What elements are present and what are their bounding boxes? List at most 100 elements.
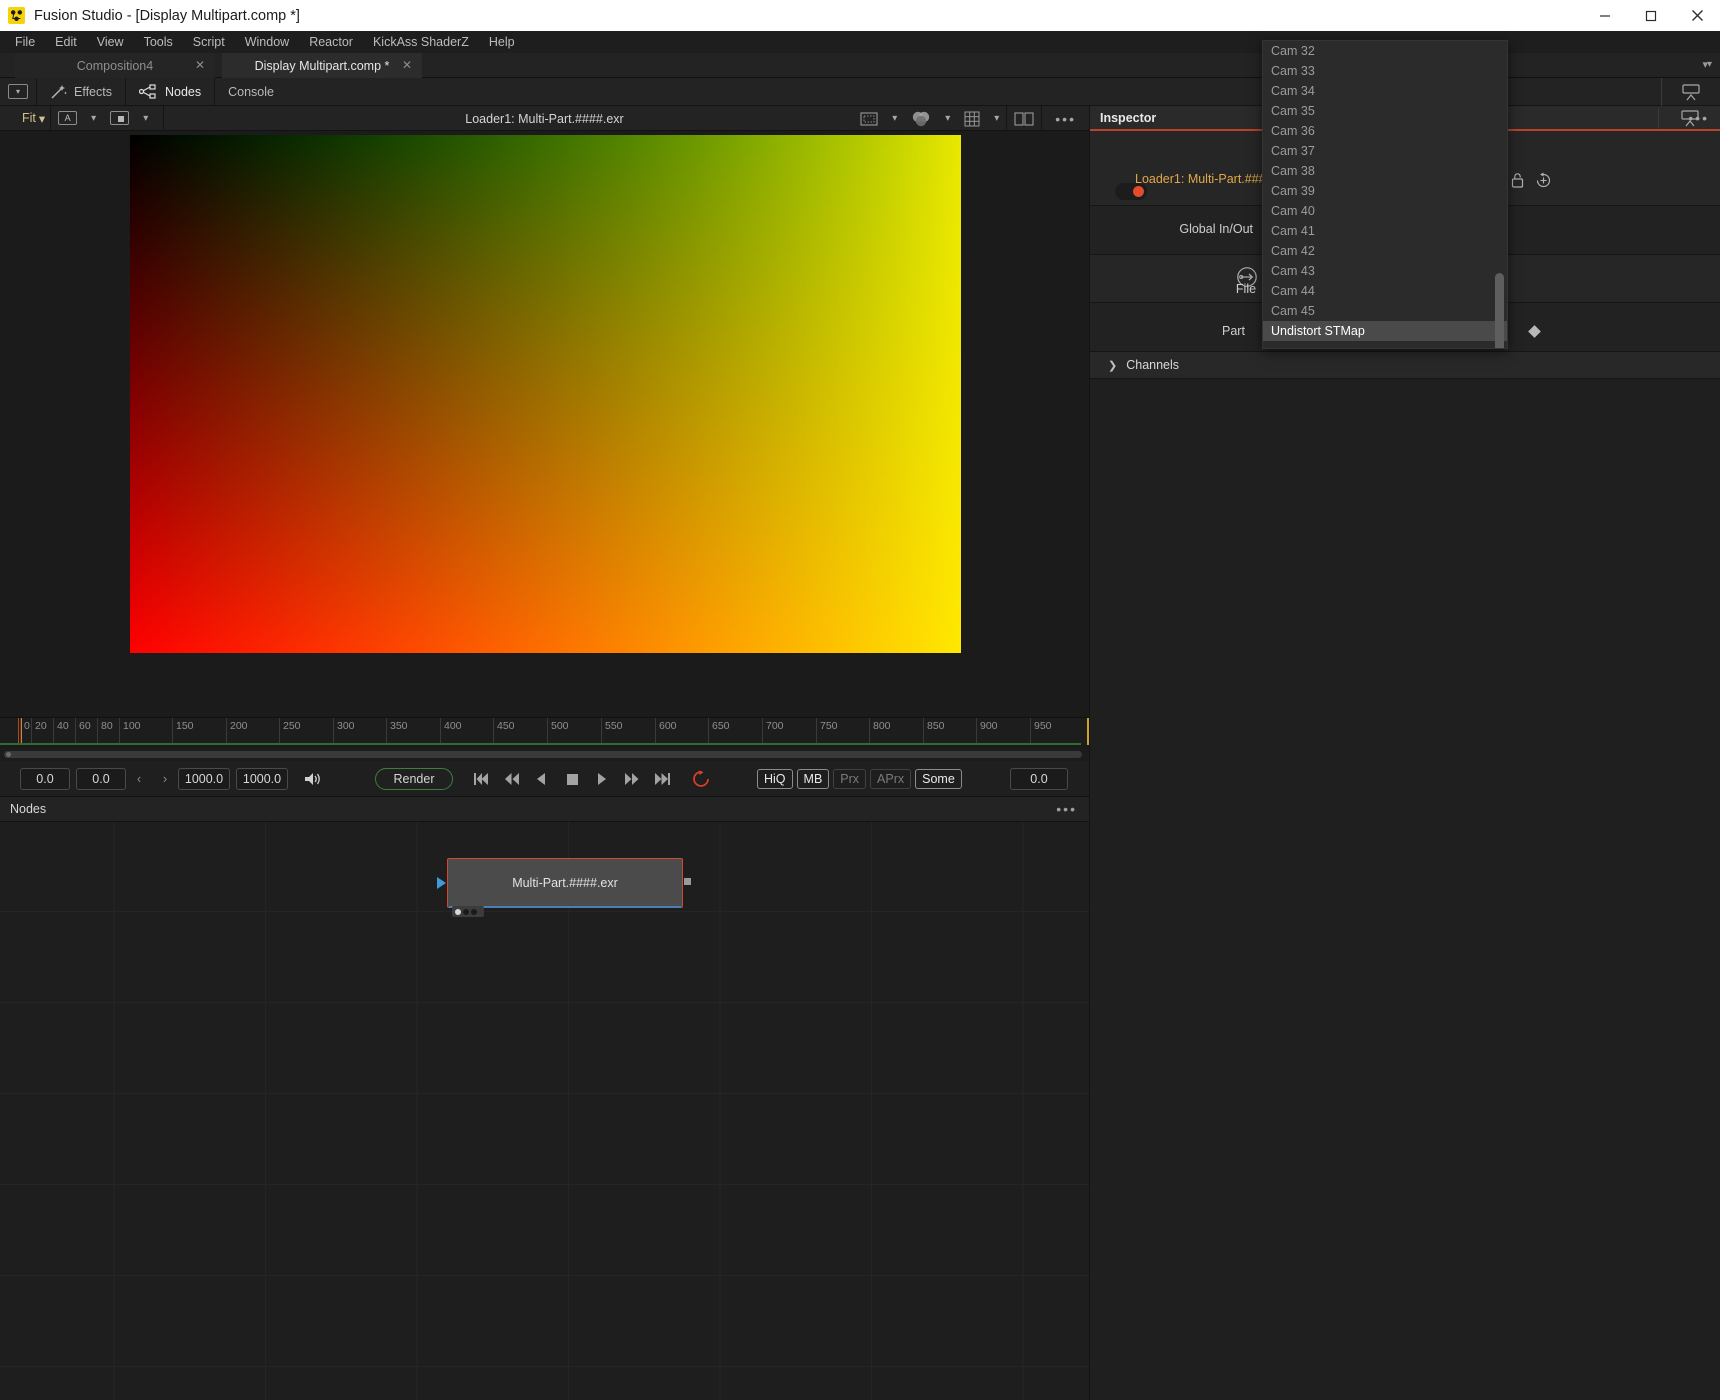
menu-window[interactable]: Window [235, 31, 299, 53]
lock-icon[interactable] [1510, 172, 1525, 188]
ruler-tick: 650 [708, 718, 730, 745]
viewer-lut-dropdown[interactable]: ▾ [136, 106, 155, 131]
toggle-aprx[interactable]: APrx [870, 769, 912, 789]
menu-edit[interactable]: Edit [45, 31, 87, 53]
node-multi-part-loader[interactable]: Multi-Part.####.exr [447, 858, 683, 908]
chevron-left-icon[interactable]: ‹ [126, 768, 152, 790]
minimize-icon[interactable] [1582, 0, 1628, 31]
ruler-tick: 900 [976, 718, 998, 745]
comp-tab-display-multipart[interactable]: Display Multipart.comp * ✕ [222, 53, 422, 78]
dropdown-item[interactable]: Cam 34 [1263, 81, 1507, 101]
fast-forward-icon[interactable] [617, 764, 647, 794]
menu-reactor[interactable]: Reactor [299, 31, 363, 53]
viewer-channel-a-button[interactable]: A [51, 106, 84, 131]
ruler-tick: 40 [53, 718, 69, 745]
more-dots-icon[interactable]: ••• [1056, 801, 1077, 817]
toggle-some[interactable]: Some [915, 769, 962, 789]
dropdown-item[interactable]: Cam 44 [1263, 281, 1507, 301]
close-icon[interactable]: ✕ [195, 59, 205, 71]
dropdown-item[interactable]: Cam 35 [1263, 101, 1507, 121]
toolstrip-console-button[interactable]: Console [215, 78, 287, 106]
viewer-split-button[interactable] [1007, 106, 1041, 131]
viewer-lut-button[interactable] [103, 106, 136, 131]
toggle-hiq[interactable]: HiQ [757, 769, 793, 789]
rewind-icon[interactable] [497, 764, 527, 794]
current-frame-field[interactable]: 0.0 [76, 767, 126, 790]
dropdown-item[interactable]: Cam 39 [1263, 181, 1507, 201]
render-in-field[interactable]: 0.0 [20, 767, 70, 790]
menu-file[interactable]: File [5, 31, 45, 53]
comp-tab-composition4[interactable]: Composition4 ✕ [15, 53, 215, 78]
toggle-mb[interactable]: MB [796, 769, 830, 789]
viewer-more-button[interactable]: ••• [1042, 106, 1089, 131]
skip-to-end-icon[interactable] [647, 764, 677, 794]
dropdown-item[interactable]: Cam 37 [1263, 141, 1507, 161]
loop-icon[interactable] [687, 764, 717, 794]
dropdown-scrollbar[interactable] [1495, 273, 1504, 348]
output-square-icon[interactable] [684, 878, 691, 885]
more-dots-icon[interactable]: ••• [1688, 110, 1709, 126]
inspector-label-part: Part [1222, 324, 1245, 338]
render-button[interactable]: Render [375, 767, 453, 790]
node-status-pills[interactable] [452, 906, 484, 917]
nodes-canvas[interactable] [0, 822, 1089, 1400]
viewer-color-dropdown[interactable]: ▾ [938, 106, 957, 131]
monitor-out-icon[interactable] [1662, 80, 1720, 105]
skip-to-start-icon[interactable] [467, 764, 497, 794]
ruler-tick: 700 [762, 718, 784, 745]
scrollbar-thumb[interactable] [4, 751, 1082, 758]
reset-history-icon[interactable] [1535, 172, 1552, 189]
ruler-tick: 60 [75, 718, 91, 745]
horizontal-scrollbar[interactable] [0, 748, 1089, 761]
divider [163, 105, 165, 131]
menu-view[interactable]: View [87, 31, 134, 53]
play-icon[interactable] [587, 764, 617, 794]
time-field[interactable]: 0.0 [1010, 768, 1068, 790]
dropdown-item[interactable]: Cam 41 [1263, 221, 1507, 241]
step-back-icon[interactable] [527, 764, 557, 794]
viewer-canvas[interactable] [0, 131, 1089, 717]
timeline-ruler[interactable]: 0 20 40 60 80 100 150 200 250 300 350 400 450 500 550 6… [0, 717, 1089, 745]
render-out-field[interactable]: 1000.0 [178, 767, 230, 790]
menu-script[interactable]: Script [183, 31, 235, 53]
menu-kickass-shaderz[interactable]: KickAss ShaderZ [363, 31, 479, 53]
maximize-icon[interactable] [1628, 0, 1674, 31]
dropdown-item[interactable]: Cam 40 [1263, 201, 1507, 221]
viewer-roi-dropdown[interactable]: ▾ [885, 106, 904, 131]
viewer-fit-dropdown[interactable]: Fit ▾ [0, 111, 50, 126]
menu-help[interactable]: Help [479, 31, 525, 53]
dropdown-item[interactable]: Cam 32 [1263, 41, 1507, 61]
dropdown-item[interactable]: Cam 42 [1263, 241, 1507, 261]
toggle-prx[interactable]: Prx [833, 769, 867, 789]
viewer-grid-button[interactable] [957, 106, 987, 131]
viewer-channel-dropdown[interactable]: ▾ [84, 106, 103, 131]
global-out-field[interactable]: 1000.0 [236, 767, 288, 790]
stop-icon[interactable] [557, 764, 587, 794]
close-icon[interactable]: ✕ [402, 59, 412, 71]
layout-dropdown-button[interactable]: ▾ [8, 84, 28, 99]
chevron-right-icon[interactable]: › [152, 768, 178, 790]
toolstrip-effects-button[interactable]: Effects [37, 78, 125, 106]
viewer-grid-dropdown[interactable]: ▾ [987, 106, 1006, 131]
dropdown-item[interactable]: Cam 38 [1263, 161, 1507, 181]
speaker-icon[interactable] [298, 764, 328, 794]
input-arrow-icon[interactable] [437, 877, 446, 889]
dropdown-item[interactable]: Cam 43 [1263, 261, 1507, 281]
part-selector-dropdown[interactable]: Cam 32 Cam 33 Cam 34 Cam 35 Cam 36 Cam 37 Cam … [1262, 40, 1508, 349]
dropdown-item[interactable]: Cam 33 [1263, 61, 1507, 81]
chevron-down-icon[interactable]: ▾ [1702, 58, 1708, 71]
close-icon[interactable] [1674, 0, 1720, 31]
viewer-roi-button[interactable] [853, 106, 885, 131]
viewer-color-button[interactable] [904, 106, 938, 131]
magic-wand-icon [50, 83, 67, 100]
toolstrip-right-group [1661, 78, 1720, 106]
dropdown-item[interactable]: Cam 45 [1263, 301, 1507, 321]
ruler-tick: 0 [20, 718, 30, 745]
dropdown-item[interactable]: Undistort STMap [1263, 321, 1507, 341]
inspector-row-channels[interactable]: ❯ Channels [1090, 352, 1720, 379]
dropdown-item[interactable]: Cam 36 [1263, 121, 1507, 141]
diamond-keyframe-icon[interactable] [1528, 325, 1541, 338]
image-box-icon [110, 111, 130, 125]
toolstrip-nodes-button[interactable]: Nodes [126, 78, 214, 106]
menu-tools[interactable]: Tools [134, 31, 183, 53]
